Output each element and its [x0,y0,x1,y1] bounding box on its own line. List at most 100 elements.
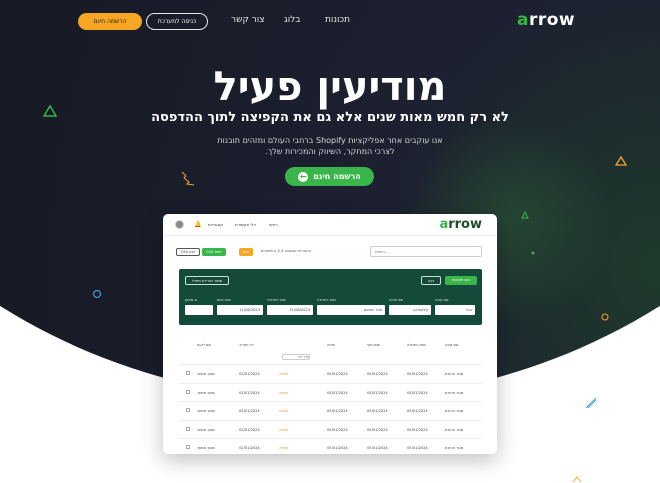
filter-label: שנת התחלה [317,298,336,302]
table-cell: 05/01/2024 [327,409,348,413]
table-cell: מוסך ממוזך [197,372,215,376]
squiggle-icon [585,397,597,409]
table-cell: 05/01/2024 [327,390,348,395]
show-results-button[interactable]: הצג תוצאות [445,276,477,285]
nav-item-contact[interactable]: צור קשר [231,15,265,25]
arrow-left-icon: ← [298,171,309,182]
signup-button[interactable]: הרשמה חינם [78,13,142,30]
table-row[interactable]: מגזר חטיבת 05/01/2024 05/01/2024 05/01/2024… [179,419,482,438]
table-cell: 02/01/2024 [239,427,260,432]
table-cell: מגזר חטיבת [445,409,464,413]
data-table: שם קוטג שנת התחלה שנת סוף שיטה כל תאריך … [179,338,482,454]
table-cell: 05/01/2024 [367,390,388,395]
date-input[interactable]: 11/08/2023 [217,305,263,315]
export-csv-button[interactable]: CSV ייצוא [202,248,226,256]
hero-subtitle: לא רק חמש מאות שנים אלא גם את הקפיצה לתו… [151,110,509,125]
table-cell: 05/01/2024 [407,372,428,376]
date-input[interactable]: 11/08/2023 [267,305,313,315]
table-header: שיטה [327,343,336,347]
circle-icon [92,289,102,299]
avatar[interactable] [175,220,184,229]
app-nav-item[interactable]: כלי חקשורת [235,222,256,227]
table-cell: 05/01/2024 [367,427,388,432]
sort-dropdown[interactable]: מיין לפי [282,354,310,360]
table-header: שנת סוף [367,343,381,347]
table-cell: מוסך ממוזך [197,427,215,432]
dot-icon [531,251,535,255]
filter-label: שנת סיום [217,298,231,302]
save-default-button[interactable]: שמור כברירת מחדל [185,276,229,285]
status-badge: חדש [239,248,253,256]
table-row[interactable]: מגזר חטיבת 05/01/2024 05/01/2024 05/01/2024… [179,364,482,382]
table-cell: 05/01/2024 [367,372,388,376]
app-preview: arrow ראשי כלי חקשורת קטגוריות 🔔 חיפוש..… [163,214,497,454]
filter-label: שם שיטה [389,298,404,302]
table-cell: מגזר חטיבת [445,446,464,450]
squiggle-icon [181,171,195,186]
table-header: כל תאריך [239,343,254,347]
filter-label: מ-מתקן [185,298,198,302]
clear-button[interactable]: נקה [421,276,441,285]
table-header: שנת התחלה [407,343,426,347]
nav-item-blog[interactable]: בלוג [284,15,300,25]
export-csv-outline-button[interactable]: CSV ייצא [176,248,200,256]
app-nav-item[interactable]: קטגוריות [208,222,223,227]
app-logo: arrow [439,217,482,232]
table-cell: 02/01/2024 [239,409,260,413]
table-cell: 05/01/2024 [367,446,388,450]
hero-description: לצרכי המחקר, השיווק והמכירות שלך. [265,147,395,156]
table-row[interactable]: מגזר חטיבת 05/01/2024 05/01/2024 05/01/2024… [179,401,482,419]
row-checkbox[interactable] [186,389,190,394]
nav-item-features[interactable]: תכונות [325,15,350,25]
table-cell: 02/01/2024 [239,446,260,450]
filter-select[interactable]: הכל [435,305,475,315]
bell-icon[interactable]: 🔔 [194,221,201,228]
table-cell: מגזר חטיבת [445,372,464,376]
filter-input[interactable] [185,305,213,315]
table-row[interactable]: מגזר חטיבת 05/01/2024 05/01/2024 05/01/2024… [179,382,482,401]
table-cell: 02/01/2024 [239,372,260,376]
triangle-icon [614,155,628,166]
table-cell: 05/01/2024 [327,427,348,432]
filter-input[interactable]: מכל הזמנים [317,305,385,315]
cta-label: הרשמה חינם [313,172,361,181]
table-cell: 05/01/2024 [407,427,428,432]
row-checkbox[interactable] [186,445,190,449]
table-cell: אומיה [279,390,288,395]
table-cell: מגזר חטיבת [445,427,464,432]
cta-signup-button[interactable]: הרשמה חינם ← [285,167,374,186]
table-cell: מוסך ממוזך [197,446,215,450]
table-header: שם לקוח [197,343,211,347]
filter-select[interactable]: קלאסיקה [389,305,431,315]
table-cell: מוסך ממוזך [197,409,215,413]
table-cell: אומיה [279,409,288,413]
landing-hero: arrow תכונות בלוג צור קשר כניסה למערכת ה… [0,0,660,483]
table-row[interactable]: מגזר חטיבת 05/01/2024 05/01/2024 05/01/2024… [179,438,482,454]
table-cell: אומיה [279,446,288,450]
triangle-icon [521,210,529,219]
app-header: arrow ראשי כלי חקשורת קטגוריות 🔔 [163,214,497,236]
brand-logo[interactable]: arrow [517,10,575,30]
row-checkbox[interactable] [186,371,190,375]
circle-icon [601,313,609,321]
table-cell: אומיה [279,372,288,376]
table-cell: 05/01/2024 [407,409,428,413]
results-text: קטגוריות שנמצאו 2,3 מ משתנים [261,249,312,253]
row-checkbox[interactable] [186,408,190,412]
table-cell: 05/01/2024 [407,446,428,450]
filter-label: שם קוטג [435,298,449,302]
filter-panel: הצג תוצאות נקה שמור כברירת מחדל שם קוטג … [179,269,482,325]
search-input[interactable]: חיפוש... [370,246,482,257]
filter-label: שנת התחלה [267,298,286,302]
app-nav-item[interactable]: ראשי [269,222,278,227]
table-cell: 02/01/2024 [239,390,260,395]
hero-title: מודיעין פעיל [213,64,447,110]
table-cell: 05/01/2024 [407,390,428,395]
table-cell: 05/01/2024 [327,446,348,450]
table-header: שם קוטג [445,343,459,347]
table-cell: 05/01/2024 [327,372,348,376]
triangle-icon [572,476,582,483]
table-cell: מוסך ממוזך [197,390,215,395]
row-checkbox[interactable] [186,426,190,431]
login-button[interactable]: כניסה למערכת [146,13,208,30]
